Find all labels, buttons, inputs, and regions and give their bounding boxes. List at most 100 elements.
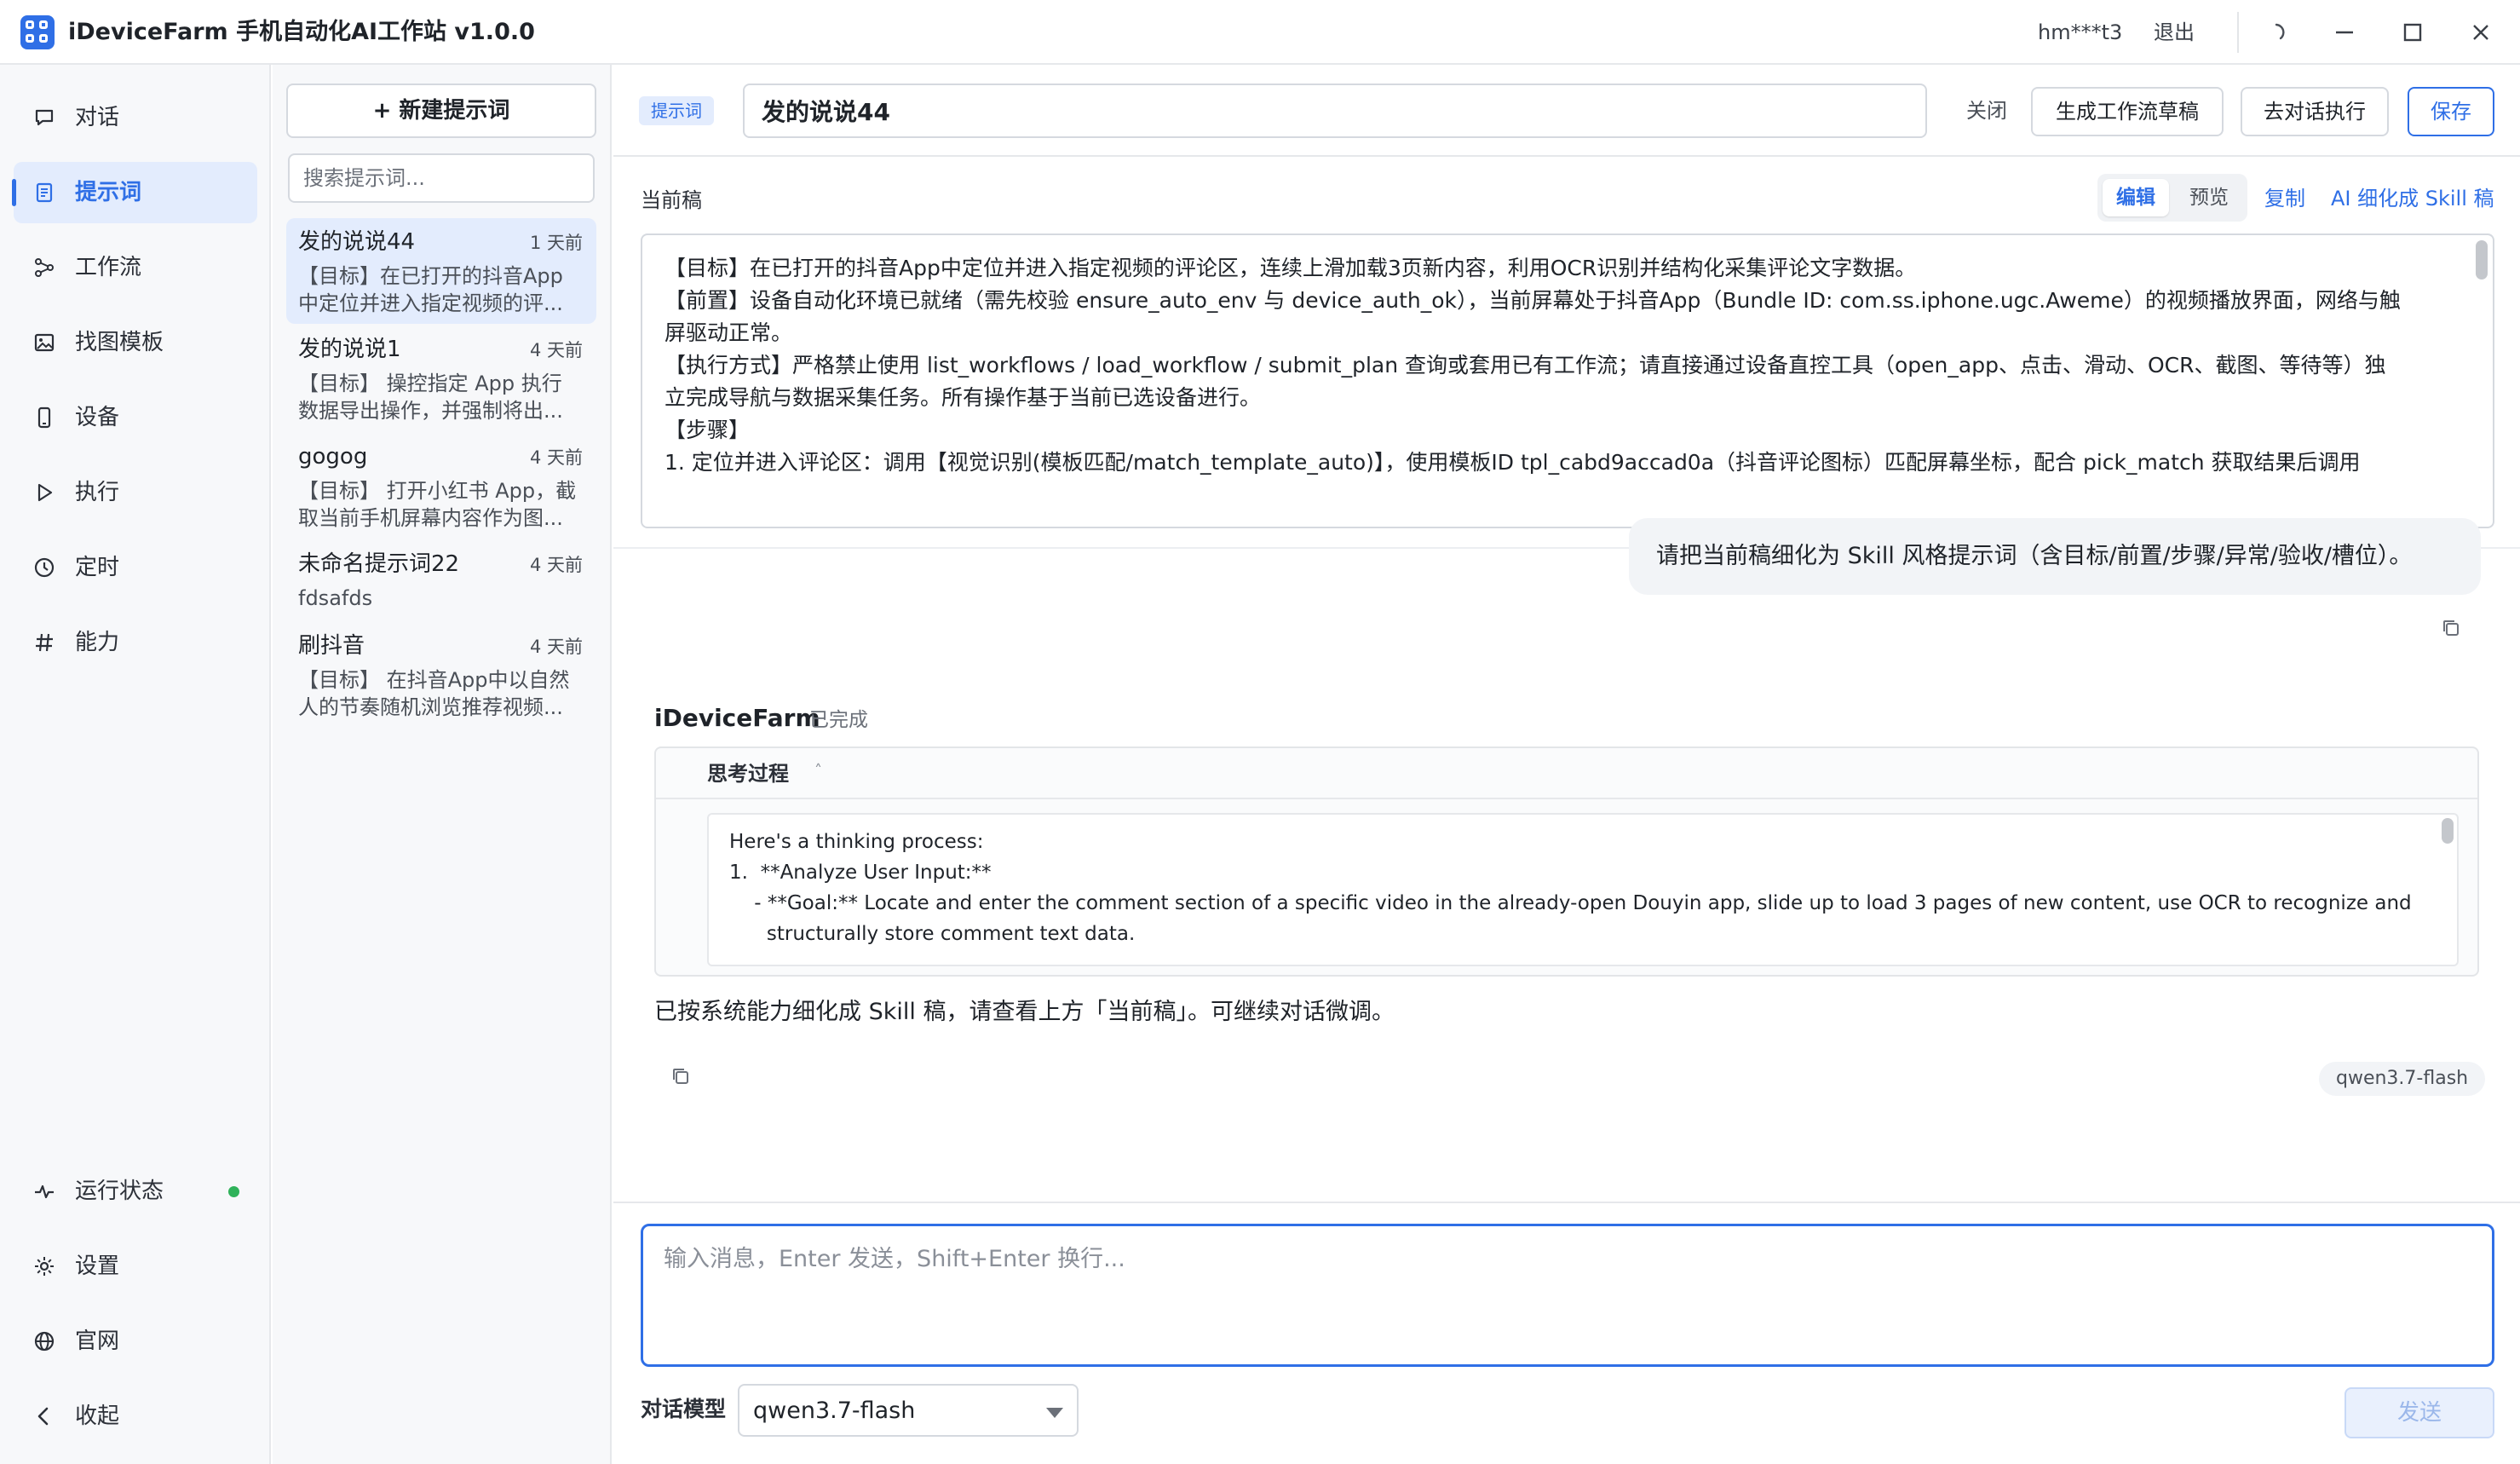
draft-textarea[interactable]: 【目标】在已打开的抖音App中定位并进入指定视频的评论区，连续上滑加载3页新内容… xyxy=(641,233,2494,528)
sidebar-item-workflow[interactable]: 工作流 xyxy=(14,237,257,298)
prompt-search-input[interactable] xyxy=(288,153,595,203)
pulse-icon xyxy=(35,1184,54,1199)
save-button[interactable]: 保存 xyxy=(2408,87,2494,136)
close-window-icon[interactable] xyxy=(2462,14,2500,51)
sidebar-item-label: 找图模板 xyxy=(75,330,164,355)
ai-refine-skill-link[interactable]: AI 细化成 Skill 稿 xyxy=(2331,184,2494,213)
draft-content: 【目标】在已打开的抖音App中定位并进入指定视频的评论区，连续上滑加载3页新内容… xyxy=(665,256,2401,475)
copy-icon[interactable] xyxy=(670,1065,692,1087)
collapse-caret-icon[interactable]: ˄ xyxy=(814,758,822,784)
prompt-list-item[interactable]: 刷抖音 4 天前 【目标】 在抖音App中以自然 人的节奏随机浏览推荐视频... xyxy=(286,622,596,728)
sidebar-item-label: 设备 xyxy=(75,405,120,430)
tab-edit[interactable]: 编辑 xyxy=(2103,179,2169,216)
image-icon xyxy=(34,333,55,352)
generate-workflow-draft-button[interactable]: 生成工作流草稿 xyxy=(2031,87,2224,136)
prompt-item-title: 发的说说44 xyxy=(298,229,416,255)
prompt-item-desc: 【目标】 在抖音App中以自然 人的节奏随机浏览推荐视频... xyxy=(298,668,570,719)
loading-icon xyxy=(2275,23,2285,40)
sidebar-item-image-templates[interactable]: 找图模板 xyxy=(14,312,257,373)
sidebar-item-execute[interactable]: 执行 xyxy=(14,462,257,523)
prompt-item-desc: 【目标】 操控指定 App 执行 数据导出操作，并强制将出... xyxy=(298,372,563,423)
sidebar-item-label: 收起 xyxy=(75,1403,120,1429)
sidebar-item-label: 执行 xyxy=(75,480,120,505)
sidebar-item-devices[interactable]: 设备 xyxy=(14,387,257,448)
thinking-process-panel: 思考过程 ˄ Here's a thinking process: 1. **A… xyxy=(654,746,2479,977)
model-name-badge: qwen3.7-flash xyxy=(2319,1062,2486,1096)
prompt-list-item[interactable]: 发的说说44 1 天前 【目标】在已打开的抖音App 中定位并进入指定视频的评.… xyxy=(286,218,596,324)
sidebar-item-prompts[interactable]: 提示词 xyxy=(12,162,257,223)
clock-icon xyxy=(34,557,55,578)
sidebar-nav: 对话 提示词 工作流 找图模板 设备 执行 定时 能力 运行状态 设置 官网 收… xyxy=(0,65,271,1464)
prompt-item-title: gogog xyxy=(298,444,368,470)
prompt-list-panel: + 新建提示词 发的说说44 1 天前 【目标】在已打开的抖音App 中定位并进… xyxy=(273,65,612,1464)
logout-button[interactable]: 退出 xyxy=(2154,17,2195,48)
thinking-scrollbar[interactable] xyxy=(2442,818,2454,844)
chevron-down-icon xyxy=(1046,1408,1063,1418)
message-input[interactable] xyxy=(641,1224,2494,1367)
assistant-status: 已完成 xyxy=(809,709,868,731)
app-title: iDeviceFarm 手机自动化AI工作站 v1.0.0 xyxy=(68,19,535,45)
prompt-list-item[interactable]: 发的说说1 4 天前 【目标】 操控指定 App 执行 数据导出操作，并强制将出… xyxy=(286,326,596,431)
sidebar-item-label: 官网 xyxy=(75,1329,120,1354)
sidebar-item-label: 设置 xyxy=(75,1254,120,1279)
play-icon xyxy=(37,483,53,502)
globe-icon xyxy=(34,1331,55,1352)
copy-icon[interactable] xyxy=(2440,617,2462,639)
assistant-name: iDeviceFarm xyxy=(654,704,820,732)
status-indicator-dot xyxy=(228,1186,239,1197)
prompt-item-title: 未命名提示词22 xyxy=(298,551,460,577)
tab-preview[interactable]: 预览 xyxy=(2176,179,2242,216)
prompt-list-item[interactable]: gogog 4 天前 【目标】 打开小红书 App，截 取当前手机屏幕内容作为图… xyxy=(286,433,596,539)
title-bar: iDeviceFarm 手机自动化AI工作站 v1.0.0 hm***t3 退出 xyxy=(0,0,2520,65)
sidebar-item-settings[interactable]: 设置 xyxy=(14,1236,257,1297)
prompt-item-title: 刷抖音 xyxy=(298,633,365,659)
prompt-editor-main: 提示词 关闭 生成工作流草稿 去对话执行 保存 当前稿 编辑 预览 复制 AI … xyxy=(613,65,2520,1464)
prompt-type-badge: 提示词 xyxy=(639,96,714,125)
thinking-title: 思考过程 xyxy=(707,762,789,786)
chat-bubble-icon xyxy=(35,109,54,126)
phone-icon xyxy=(37,406,51,429)
chat-model-label: 对话模型 xyxy=(641,1397,727,1421)
workflow-icon xyxy=(35,258,54,277)
gear-icon xyxy=(35,1257,54,1276)
copy-draft-link[interactable]: 复制 xyxy=(2264,184,2305,213)
document-icon xyxy=(36,182,53,203)
prompt-item-desc: fdsafds xyxy=(298,586,373,610)
hash-icon xyxy=(36,633,53,652)
thinking-content: Here's a thinking process: 1. **Analyze … xyxy=(707,813,2459,966)
prompt-list-item[interactable]: 未命名提示词22 4 天前 fdsafds xyxy=(286,540,596,620)
close-editor-button[interactable]: 关闭 xyxy=(1966,90,2007,131)
edit-preview-toggle: 编辑 预览 xyxy=(2097,174,2247,222)
assistant-reply: 已按系统能力细化成 Skill 稿，请查看上方「当前稿」。可继续对话微调。 xyxy=(654,999,1395,1025)
sidebar-item-run-status[interactable]: 运行状态 xyxy=(14,1161,257,1222)
user-name[interactable]: hm***t3 xyxy=(2038,17,2122,48)
sidebar-item-label: 对话 xyxy=(75,105,120,130)
sidebar-item-label: 能力 xyxy=(75,630,120,655)
prompt-item-desc: 【目标】在已打开的抖音App 中定位并进入指定视频的评... xyxy=(298,264,563,315)
app-logo-icon xyxy=(20,15,55,49)
thinking-header[interactable]: 思考过程 ˄ xyxy=(656,748,2477,799)
prompt-title-input[interactable] xyxy=(743,84,1927,138)
titlebar-divider xyxy=(2237,12,2239,53)
go-to-chat-button[interactable]: 去对话执行 xyxy=(2241,87,2389,136)
prompt-item-time: 4 天前 xyxy=(529,637,583,657)
editor-toolbar: 提示词 关闭 生成工作流草稿 去对话执行 保存 xyxy=(613,65,2520,157)
new-prompt-button[interactable]: + 新建提示词 xyxy=(286,84,596,138)
chat-model-value: qwen3.7-flash xyxy=(753,1398,916,1424)
sidebar-item-capabilities[interactable]: 能力 xyxy=(14,612,257,673)
maximize-icon[interactable] xyxy=(2394,14,2431,51)
chat-model-select[interactable]: qwen3.7-flash xyxy=(738,1384,1079,1437)
draft-scrollbar[interactable] xyxy=(2476,240,2488,280)
sidebar-item-label: 运行状态 xyxy=(75,1179,164,1204)
prompt-item-time: 4 天前 xyxy=(529,555,583,575)
sidebar-collapse-button[interactable]: 收起 xyxy=(14,1386,257,1447)
sidebar-item-label: 定时 xyxy=(75,555,120,580)
prompt-item-title: 发的说说1 xyxy=(298,337,401,362)
sidebar-item-chat[interactable]: 对话 xyxy=(14,87,257,148)
prompt-item-time: 4 天前 xyxy=(529,340,583,360)
sidebar-item-website[interactable]: 官网 xyxy=(14,1311,257,1372)
send-button[interactable]: 发送 xyxy=(2345,1387,2494,1438)
sidebar-item-label: 提示词 xyxy=(75,180,142,205)
sidebar-item-schedule[interactable]: 定时 xyxy=(14,537,257,598)
minimize-icon[interactable] xyxy=(2326,14,2363,51)
